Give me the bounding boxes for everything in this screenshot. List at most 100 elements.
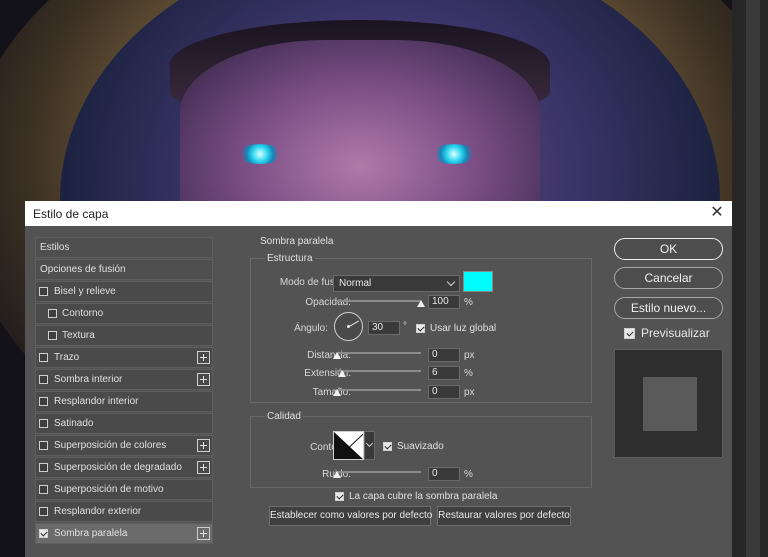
opacity-slider-thumb[interactable] <box>417 300 425 307</box>
preview-label: Previsualizar <box>641 326 710 340</box>
blend-mode-value: Normal <box>339 278 372 289</box>
style-item-label: Opciones de fusión <box>40 264 126 275</box>
contour-preview[interactable] <box>333 431 364 460</box>
style-item-checkbox[interactable] <box>39 375 48 384</box>
opacity-input[interactable]: 100 <box>428 295 460 309</box>
style-item-checkbox[interactable] <box>48 309 57 318</box>
reset-default-button[interactable]: Restaurar valores por defecto <box>437 506 571 526</box>
opacity-slider[interactable] <box>337 300 421 302</box>
right-eye <box>432 144 476 164</box>
noise-input[interactable]: 0 <box>428 467 460 481</box>
angle-dial[interactable] <box>334 312 363 341</box>
style-item-label: Satinado <box>54 418 94 429</box>
noise-slider-thumb[interactable] <box>333 471 341 478</box>
knockout-checkbox[interactable] <box>335 492 344 501</box>
distance-input[interactable]: 0 <box>428 348 460 362</box>
opacity-label: Opacidad: <box>305 297 351 308</box>
style-item-checkbox[interactable] <box>39 441 48 450</box>
style-item-contorno[interactable]: Contorno <box>35 303 213 324</box>
style-item-checkbox[interactable] <box>39 485 48 494</box>
style-item-label: Bisel y relieve <box>54 286 116 297</box>
style-item-label: Resplandor interior <box>54 396 139 407</box>
canvas-scrollbar[interactable] <box>746 0 760 557</box>
dialog-titlebar[interactable]: Estilo de capa ✕ <box>25 201 732 226</box>
style-item-bisel-y-relieve[interactable]: Bisel y relieve <box>35 281 213 302</box>
style-item-satinado[interactable]: Satinado <box>35 413 213 434</box>
style-item-sombra-interior[interactable]: Sombra interior <box>35 369 213 390</box>
structure-group: Estructura Modo de fusión: Normal Opacid… <box>250 253 592 403</box>
distance-slider[interactable] <box>337 352 421 354</box>
size-slider-thumb[interactable] <box>333 389 341 396</box>
style-item-label: Estilos <box>40 242 70 253</box>
style-item-label: Sombra paralela <box>54 528 128 539</box>
left-eye <box>238 144 282 164</box>
size-slider[interactable] <box>337 389 421 391</box>
shadow-color-swatch[interactable] <box>463 271 493 292</box>
style-item-checkbox[interactable] <box>39 353 48 362</box>
style-item-textura[interactable]: Textura <box>35 325 213 346</box>
add-effect-plus-icon[interactable] <box>197 461 210 474</box>
add-effect-plus-icon[interactable] <box>197 351 210 364</box>
layer-style-dialog: Estilo de capa ✕ Estilos Opciones de fusi… <box>25 201 732 557</box>
antialias-checkbox[interactable] <box>383 442 392 451</box>
styles-list: Estilos Opciones de fusión Bisel y relieve… <box>35 237 213 545</box>
style-item-label: Contorno <box>62 308 104 319</box>
size-unit: px <box>464 387 475 398</box>
new-style-button[interactable]: Estilo nuevo... <box>614 297 723 319</box>
angle-dial-needle <box>349 320 360 327</box>
add-effect-plus-icon[interactable] <box>197 527 210 540</box>
quality-title: Calidad <box>265 411 303 422</box>
style-item-superposicion-de-motivo[interactable]: Superposición de motivo <box>35 479 213 500</box>
noise-unit: % <box>464 469 473 480</box>
add-effect-plus-icon[interactable] <box>197 439 210 452</box>
style-item-checkbox[interactable] <box>39 287 48 296</box>
ok-button[interactable]: OK <box>614 238 723 260</box>
knockout-label: La capa cubre la sombra paralela <box>349 491 498 502</box>
spread-slider[interactable] <box>337 370 421 372</box>
style-item-label: Resplandor exterior <box>54 506 142 517</box>
contour-dropdown[interactable] <box>364 431 375 460</box>
quality-group: Calidad Contorno: Suavizado Ruido: 0 % <box>250 411 592 488</box>
style-item-checkbox[interactable] <box>39 507 48 516</box>
spread-input[interactable]: 6 <box>428 366 460 380</box>
style-item-label: Trazo <box>54 352 80 363</box>
angle-input[interactable]: 30 <box>368 321 400 335</box>
structure-title: Estructura <box>265 253 315 264</box>
angle-unit: ° <box>403 321 407 332</box>
spread-slider-thumb[interactable] <box>338 370 347 377</box>
preview-checkbox[interactable] <box>624 328 635 339</box>
blend-mode-select[interactable]: Normal <box>333 275 460 292</box>
close-icon[interactable]: ✕ <box>710 204 724 222</box>
style-item-sombra-paralela[interactable]: Sombra paralela <box>35 523 213 544</box>
style-item-resplandor-exterior[interactable]: Resplandor exterior <box>35 501 213 522</box>
size-input[interactable]: 0 <box>428 385 460 399</box>
add-effect-plus-icon[interactable] <box>197 373 210 386</box>
style-item-checkbox[interactable] <box>39 463 48 472</box>
style-item-opciones-de-fusion[interactable]: Opciones de fusión <box>35 259 213 280</box>
style-preview-swatch <box>643 377 697 431</box>
style-item-checkbox[interactable] <box>39 419 48 428</box>
style-item-checkbox[interactable] <box>39 397 48 406</box>
style-item-label: Superposición de degradado <box>54 462 182 473</box>
make-default-button[interactable]: Establecer como valores por defecto <box>269 506 432 526</box>
style-item-label: Superposición de motivo <box>54 484 164 495</box>
style-item-estilos[interactable]: Estilos <box>35 237 213 258</box>
style-item-label: Superposición de colores <box>54 440 167 451</box>
distance-unit: px <box>464 350 475 361</box>
style-item-superposicion-de-colores[interactable]: Superposición de colores <box>35 435 213 456</box>
style-item-resplandor-interior[interactable]: Resplandor interior <box>35 391 213 412</box>
style-item-superposicion-de-degradado[interactable]: Superposición de degradado <box>35 457 213 478</box>
chevron-down-icon <box>365 439 374 448</box>
distance-slider-thumb[interactable] <box>333 352 341 359</box>
dialog-title: Estilo de capa <box>33 207 109 221</box>
style-item-trazo[interactable]: Trazo <box>35 347 213 368</box>
style-item-checkbox[interactable] <box>48 331 57 340</box>
antialias-label: Suavizado <box>397 441 444 452</box>
cancel-button[interactable]: Cancelar <box>614 267 723 289</box>
noise-slider[interactable] <box>337 471 421 473</box>
panel-title: Sombra paralela <box>260 236 334 247</box>
style-item-label: Textura <box>62 330 95 341</box>
angle-label: Ángulo: <box>294 323 328 334</box>
style-item-checkbox[interactable] <box>39 529 48 538</box>
global-light-checkbox[interactable] <box>416 324 425 333</box>
